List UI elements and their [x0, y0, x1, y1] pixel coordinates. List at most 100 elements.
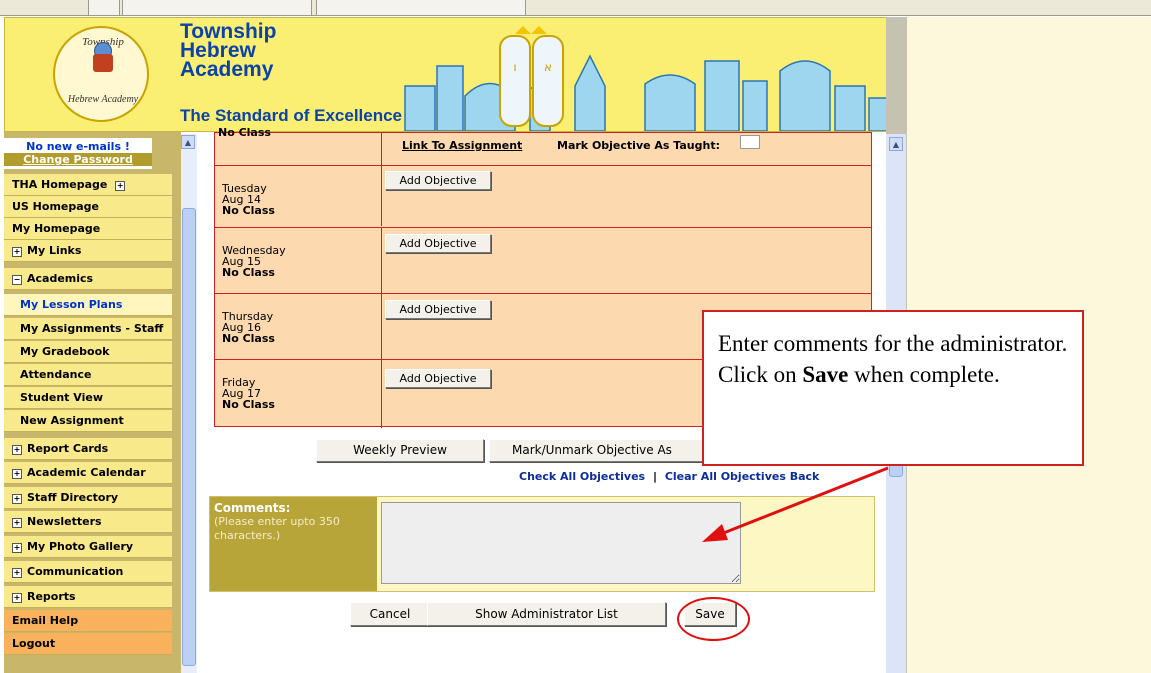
- day-cell: Friday Aug 17 No Class: [215, 360, 382, 428]
- sidebar-item-my-lesson-plans[interactable]: My Lesson Plans: [4, 294, 172, 316]
- sidebar-item-label: Student View: [20, 391, 103, 404]
- sidebar-item-my-photo-gallery[interactable]: + My Photo Gallery: [4, 536, 172, 558]
- mail-status: No new e-mails !: [26, 140, 130, 153]
- sidebar-item-staff-directory[interactable]: + Staff Directory: [4, 487, 172, 509]
- sidebar-item-tha-homepage[interactable]: THA Homepage +: [4, 174, 172, 196]
- sidebar-item-my-links[interactable]: + My Links: [4, 240, 172, 262]
- sidebar-item-us-homepage[interactable]: US Homepage: [4, 196, 172, 218]
- plus-icon: +: [12, 469, 22, 479]
- sidebar-item-academics[interactable]: − Academics: [4, 268, 172, 290]
- mark-unmark-objective-button[interactable]: Mark/Unmark Objective As: [489, 439, 709, 462]
- school-logo: Township Hebrew Academy: [53, 26, 149, 122]
- sidebar-item-label: New Assignment: [20, 414, 124, 427]
- comments-label-cell: Comments: (Please enter upto 350 charact…: [210, 497, 377, 591]
- day-status: No Class: [218, 126, 271, 139]
- plus-icon[interactable]: +: [115, 181, 126, 191]
- comments-textarea[interactable]: [381, 502, 741, 584]
- table-row: Tuesday Aug 14 No Class Add Objective: [215, 165, 871, 226]
- browser-tab-strip: [0, 0, 1151, 16]
- day-cell: Wednesday Aug 15 No Class: [215, 228, 382, 294]
- plus-icon: +: [12, 593, 22, 603]
- cancel-button[interactable]: Cancel: [350, 602, 430, 626]
- school-name: Township Hebrew Academy: [180, 21, 385, 81]
- day-status: No Class: [222, 266, 275, 279]
- pointer-arrow-icon: [702, 466, 889, 542]
- browser-tab-active[interactable]: [316, 0, 526, 16]
- comments-label: Comments:: [214, 501, 291, 515]
- mark-taught-checkbox[interactable]: [740, 135, 760, 149]
- table-row: Wednesday Aug 15 No Class Add Objective: [215, 227, 871, 294]
- browser-tab[interactable]: [122, 0, 312, 16]
- sidebar-item-report-cards[interactable]: + Report Cards: [4, 438, 172, 460]
- check-all-objectives-link[interactable]: Check All Objectives: [519, 470, 645, 483]
- plus-icon: +: [12, 445, 22, 455]
- link-to-assignment[interactable]: Link To Assignment: [402, 139, 522, 152]
- scroll-up-icon[interactable]: ▲: [889, 137, 903, 151]
- day-cell: Thursday Aug 16 No Class: [215, 294, 382, 360]
- add-objective-button[interactable]: Add Objective: [385, 300, 491, 319]
- day-cell: No Class: [215, 126, 382, 165]
- callout-text-end: when complete.: [854, 362, 1000, 387]
- mail-status-box: No new e-mails ! Change Password: [4, 138, 152, 169]
- plus-icon: +: [12, 518, 22, 528]
- minus-icon: −: [12, 275, 22, 285]
- sidebar-item-label: My Homepage: [12, 222, 101, 235]
- plus-icon: +: [12, 247, 22, 257]
- sidebar-item-label: Email Help: [12, 614, 79, 627]
- plus-icon: +: [12, 568, 22, 578]
- site-header: Township Hebrew Academy Township Hebrew …: [4, 17, 907, 132]
- save-highlight-circle: [677, 597, 750, 641]
- sidebar-item-student-view[interactable]: Student View: [4, 387, 172, 409]
- sidebar-item-email-help[interactable]: Email Help: [4, 610, 172, 632]
- tagline: The Standard of Excellence: [180, 106, 403, 125]
- sidebar-item-my-homepage[interactable]: My Homepage: [4, 218, 172, 240]
- scroll-up-icon[interactable]: ▲: [181, 135, 195, 149]
- day-status: No Class: [222, 398, 275, 411]
- weekly-preview-button[interactable]: Weekly Preview: [316, 439, 484, 462]
- skyline-illustration: ו א: [404, 26, 900, 131]
- plus-icon: +: [12, 494, 22, 504]
- sidebar-item-label: My Gradebook: [20, 345, 110, 358]
- sidebar-item-my-assignments-staff[interactable]: My Assignments - Staff: [4, 318, 172, 340]
- sidebar-item-label: Staff Directory: [27, 491, 119, 504]
- sidebar-item-reports[interactable]: + Reports: [4, 586, 172, 608]
- change-password-link[interactable]: Change Password: [4, 153, 152, 166]
- sidebar-item-label: Newsletters: [27, 515, 102, 528]
- day-status: No Class: [222, 204, 275, 217]
- plus-icon: +: [12, 543, 22, 553]
- sidebar-item-attendance[interactable]: Attendance: [4, 364, 172, 386]
- sidebar-item-label: Reports: [27, 590, 76, 603]
- day-status: No Class: [222, 332, 275, 345]
- browser-tab-button[interactable]: [88, 0, 120, 16]
- sidebar-item-label: My Photo Gallery: [27, 540, 134, 553]
- table-row: No Class Link To Assignment Mark Objecti…: [215, 126, 871, 165]
- sidebar-item-academic-calendar[interactable]: + Academic Calendar: [4, 462, 172, 484]
- sidebar-item-label: Academics: [27, 272, 94, 285]
- sidebar-item-label: THA Homepage: [12, 178, 108, 191]
- sidebar-item-label: Logout: [12, 637, 56, 650]
- book-icon: [93, 54, 113, 72]
- sidebar-item-label: Report Cards: [27, 442, 109, 455]
- sidebar-item-logout[interactable]: Logout: [4, 633, 172, 655]
- sidebar-item-label: My Lesson Plans: [20, 298, 123, 311]
- show-administrator-list-button[interactable]: Show Administrator List: [427, 602, 666, 626]
- logo-bottom-text: Hebrew Academy: [67, 94, 139, 105]
- sidebar-item-my-gradebook[interactable]: My Gradebook: [4, 341, 172, 363]
- sidebar-item-newsletters[interactable]: + Newsletters: [4, 511, 172, 533]
- svg-text:א: א: [544, 60, 552, 74]
- comments-hint: (Please enter upto 350 characters.): [214, 515, 340, 542]
- add-objective-button[interactable]: Add Objective: [385, 369, 491, 388]
- school-name-line3: Academy: [180, 58, 274, 81]
- sidebar-item-label: Communication: [27, 565, 124, 578]
- add-objective-button[interactable]: Add Objective: [385, 234, 491, 253]
- day-cell: Tuesday Aug 14 No Class: [215, 166, 382, 226]
- sidebar-item-new-assignment[interactable]: New Assignment: [4, 410, 172, 432]
- sidebar-item-label: US Homepage: [12, 200, 100, 213]
- instruction-callout: Enter comments for the administrator. Cl…: [702, 310, 1084, 466]
- sidebar-item-label: My Links: [27, 244, 82, 257]
- mark-taught-label: Mark Objective As Taught:: [557, 139, 720, 152]
- sidebar-scroll-thumb[interactable]: [182, 208, 196, 666]
- add-objective-button[interactable]: Add Objective: [385, 171, 491, 190]
- sidebar-item-label: Academic Calendar: [27, 466, 146, 479]
- sidebar-item-communication[interactable]: + Communication: [4, 561, 172, 583]
